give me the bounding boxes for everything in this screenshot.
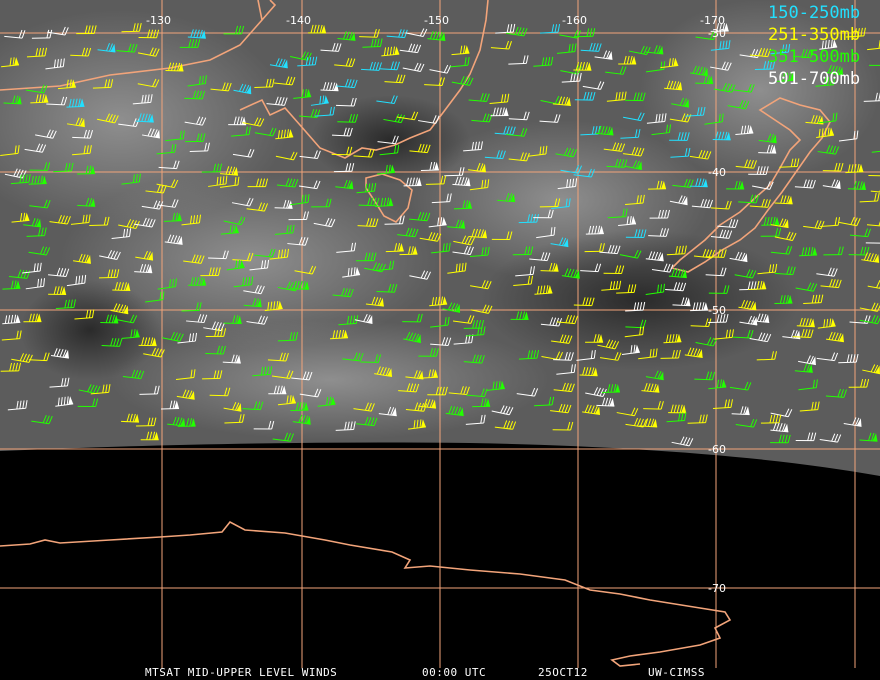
footer-product: MTSAT MID-UPPER LEVEL WINDS [145,666,337,679]
legend-351-500: 351-500mb [768,47,860,67]
map-canvas: -130 -140 -150 -160 -170 -30 -40 -50 -60… [0,0,880,679]
lat-label-50: -50 [708,304,726,317]
footer-date: 25OCT12 [538,666,588,679]
footer-source: UW-CIMSS [648,666,705,679]
lat-label-30: -30 [708,27,726,40]
footer-time: 00:00 UTC [422,666,486,679]
lon-label-160: -160 [562,14,587,27]
lat-label-70: -70 [708,582,726,595]
footer-caption: MTSAT MID-UPPER LEVEL WINDS 00:00 UTC 25… [145,666,705,679]
lon-label-170: -170 [700,14,725,27]
lon-label-140: -140 [286,14,311,27]
lat-label-60: -60 [708,443,726,456]
legend-150-250: 150-250mb [768,3,860,23]
lon-label-130: -130 [146,14,171,27]
satellite-wind-map: -130 -140 -150 -160 -170 -30 -40 -50 -60… [0,0,880,680]
lat-label-40: -40 [708,166,726,179]
legend-501-700: 501-700mb [768,69,860,89]
lon-label-150: -150 [424,14,449,27]
legend-251-350: 251-350mb [768,25,860,45]
antarctica-coast [0,520,732,667]
